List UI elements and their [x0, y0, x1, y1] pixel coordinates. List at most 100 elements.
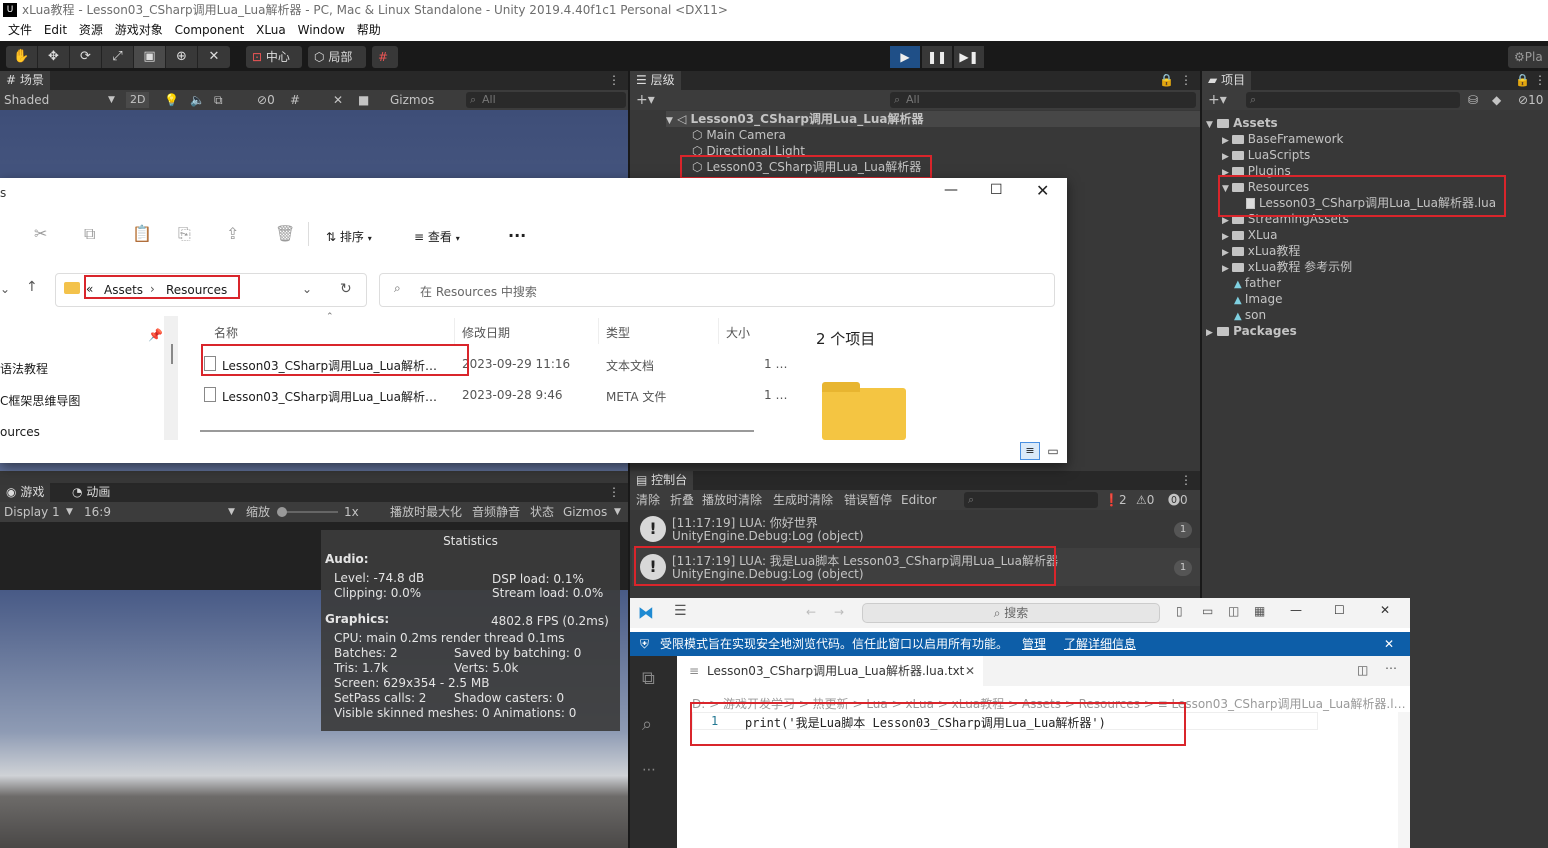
menu-gameobject[interactable]: 游戏对象 — [115, 20, 163, 41]
tab-game[interactable]: ◉ 游戏 — [0, 483, 51, 502]
paste-icon[interactable]: 📋 — [132, 224, 152, 243]
hierarchy-item[interactable]: ⬡ Lesson03_CSharp调用Lua_Lua解析器 — [692, 159, 921, 175]
copy-icon[interactable]: ⧉ — [84, 224, 95, 244]
banner-learn-link[interactable]: 了解详细信息 — [1064, 632, 1136, 656]
close-icon[interactable]: ✕ — [1380, 603, 1390, 617]
add-icon[interactable]: +▾ — [636, 90, 655, 110]
column-date[interactable]: 修改日期 — [462, 324, 510, 341]
step-button[interactable]: ▶❚ — [954, 46, 984, 68]
move-tool-icon[interactable]: ✥ — [38, 46, 70, 68]
stats-button[interactable]: 状态 — [530, 502, 554, 522]
vertical-scrollbar[interactable] — [1398, 712, 1410, 848]
plastic-button[interactable]: ⚙Pla — [1508, 46, 1548, 68]
filter-type-icon[interactable]: ⛁ — [1468, 90, 1478, 110]
nav-scrollbar[interactable] — [164, 316, 178, 440]
file-row[interactable]: Lesson03_CSharp调用Lua_Lua解析器.l... 2023-09… — [198, 381, 790, 409]
menu-help[interactable]: 帮助 — [357, 20, 381, 41]
toggle-panel-icon[interactable]: ▭ — [1202, 604, 1213, 618]
command-center[interactable]: ⌕ 搜索 — [862, 603, 1160, 623]
tab-hierarchy[interactable]: ☰ 层级 — [630, 71, 681, 90]
search-icon[interactable]: ⌕ — [642, 714, 652, 735]
breadcrumb-assets[interactable]: Assets — [104, 283, 143, 297]
visibility-icon[interactable]: ⊘0 — [257, 90, 275, 110]
aspect-dropdown[interactable]: 16:9 — [84, 502, 111, 522]
project-search-input[interactable]: ⌕ — [1246, 92, 1460, 108]
tab-animation[interactable]: ◔ 动画 — [66, 483, 117, 502]
tools-icon[interactable]: ✕ — [333, 90, 343, 110]
error-count-toggle[interactable]: ⓿0 — [1168, 490, 1188, 510]
close-icon[interactable]: ✕ — [1384, 632, 1394, 656]
tree-item-assets[interactable]: ▼ Assets — [1206, 115, 1278, 131]
menu-component[interactable]: Component — [175, 20, 245, 41]
audio-icon[interactable]: 🔈 — [190, 90, 205, 110]
maximize-icon[interactable]: ☐ — [990, 182, 1003, 198]
more-actions-icon[interactable]: ⋯ — [1385, 661, 1397, 675]
console-entry[interactable]: ! [11:17:19] LUA: 你好世界 UnityEngine.Debug… — [632, 510, 1200, 548]
minimize-icon[interactable]: — — [944, 182, 958, 198]
details-view-icon[interactable]: ≡ — [1020, 442, 1040, 460]
more-icon[interactable]: ⋯ — [642, 762, 656, 778]
tab-console[interactable]: ▤ 控制台 — [630, 471, 694, 490]
nav-item[interactable]: 语法教程 — [0, 360, 48, 377]
hierarchy-item[interactable]: ⬡ Directional Light — [692, 143, 805, 159]
tab-scene[interactable]: # 场景 — [0, 71, 50, 90]
kebab-menu-icon[interactable]: ⋮ — [1180, 71, 1192, 90]
warn-count-toggle[interactable]: ⚠0 — [1136, 490, 1154, 510]
menu-assets[interactable]: 资源 — [79, 20, 103, 41]
scene-search-input[interactable]: ⌕ All — [466, 92, 626, 108]
tiles-view-icon[interactable]: ▭ — [1044, 442, 1062, 460]
menu-file[interactable]: 文件 — [8, 20, 32, 41]
lock-icon[interactable]: 🔒 — [1515, 71, 1530, 90]
tree-item[interactable]: ▼ Resources — [1222, 179, 1309, 195]
tab-project[interactable]: ▰ 项目 — [1202, 71, 1252, 90]
effects-icon[interactable]: ⧉ — [214, 90, 223, 110]
tree-item[interactable]: ▲ father — [1234, 275, 1281, 291]
space-toggle[interactable]: ⬡ 局部 — [308, 46, 366, 68]
nav-scrollbar-thumb[interactable] — [171, 344, 173, 364]
mute-audio-button[interactable]: 音频静音 — [472, 502, 520, 522]
column-type[interactable]: 类型 — [606, 324, 630, 341]
split-editor-icon[interactable]: ◫ — [1357, 663, 1368, 677]
address-bar[interactable]: « Assets › Resources ⌄ ↻ — [55, 273, 367, 307]
column-name[interactable]: 名称 — [214, 324, 238, 341]
forward-arrow-icon[interactable]: → — [834, 605, 844, 619]
back-arrow-icon[interactable]: ← — [806, 605, 816, 619]
add-icon[interactable]: +▾ — [1208, 90, 1227, 110]
menu-window[interactable]: Window — [298, 20, 345, 41]
pin-icon[interactable]: 📌 — [148, 328, 163, 342]
nav-item[interactable]: C框架思维导图 — [0, 392, 80, 409]
rotate-tool-icon[interactable]: ⟳ — [70, 46, 102, 68]
horizontal-scrollbar[interactable] — [200, 430, 754, 432]
gizmos-dropdown[interactable]: Gizmos — [563, 502, 607, 522]
tree-item[interactable]: Lesson03_CSharp调用Lua_Lua解析器.lua — [1246, 195, 1496, 211]
tree-item-packages[interactable]: ▶ Packages — [1206, 323, 1297, 339]
tree-item[interactable]: ▶ LuaScripts — [1222, 147, 1310, 163]
gizmos-dropdown[interactable]: Gizmos — [390, 90, 434, 110]
transform-tool-icon[interactable]: ⊕ — [166, 46, 198, 68]
cut-icon[interactable]: ✂ — [34, 224, 47, 243]
console-search-input[interactable]: ⌕ — [964, 492, 1098, 508]
editor-breadcrumb[interactable]: D: > 游戏开发学习 > 热更新 > Lua > xLua > xLua教程 … — [692, 695, 1410, 712]
file-row[interactable]: Lesson03_CSharp调用Lua_Lua解析器.l... 2023-09… — [198, 350, 790, 378]
toggle-secondary-sidebar-icon[interactable]: ◫ — [1228, 604, 1239, 618]
custom-tool-icon[interactable]: ✕ — [198, 46, 230, 68]
pause-button[interactable]: ❚❚ — [922, 46, 952, 68]
pivot-toggle[interactable]: ⊡ 中心 — [246, 46, 302, 68]
view-button[interactable]: ≡ 查看 ▾ — [414, 228, 460, 245]
clear-on-build-button[interactable]: 生成时清除 — [773, 490, 833, 510]
hand-tool-icon[interactable]: ✋ — [6, 46, 38, 68]
tree-item[interactable]: ▶ XLua — [1222, 227, 1277, 243]
maximize-on-play-button[interactable]: 播放时最大化 — [390, 502, 462, 522]
up-arrow-icon[interactable]: ↑ — [26, 279, 38, 295]
hierarchy-search-input[interactable]: ⌕ All — [890, 92, 1196, 108]
editor-dropdown[interactable]: Editor — [901, 490, 937, 510]
scene-root-row[interactable]: ▼ ◁ Lesson03_CSharp调用Lua_Lua解析器 — [666, 111, 1200, 127]
chevron-down-icon[interactable]: ⌄ — [302, 282, 312, 296]
log-count-toggle[interactable]: ❗2 — [1104, 490, 1127, 510]
tree-item[interactable]: ▲ Image — [1234, 291, 1282, 307]
visibility-icon[interactable]: ⊘10 — [1518, 90, 1543, 110]
share-icon[interactable]: ⇪ — [226, 224, 239, 243]
tree-item[interactable]: ▶ xLua教程 — [1222, 243, 1300, 259]
explorer-search-input[interactable]: ⌕ 在 Resources 中搜索 — [379, 273, 1055, 307]
mode-2d-toggle[interactable]: 2D — [126, 92, 150, 108]
